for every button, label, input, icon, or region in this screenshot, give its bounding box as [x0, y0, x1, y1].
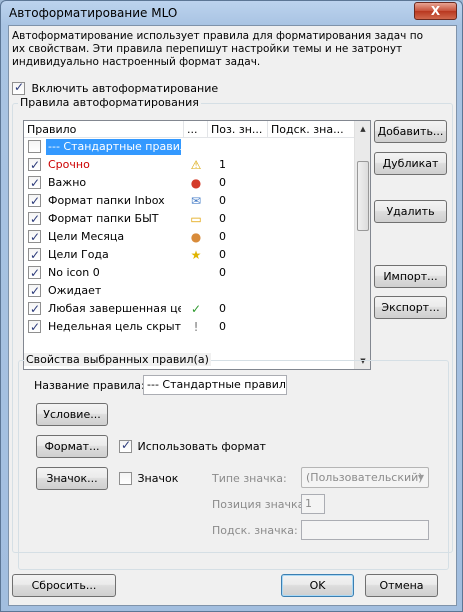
scroll-thumb[interactable]	[357, 161, 369, 231]
rule-row[interactable]: No icon 0 0	[24, 264, 355, 282]
rule-row[interactable]: Цели Года ★ 0	[24, 246, 355, 264]
rule-name: Любая завершенная це...	[48, 302, 181, 315]
rule-name: Формат папки Inbox	[48, 194, 165, 207]
rule-row[interactable]: Любая завершенная це... ✓ 0	[24, 300, 355, 318]
rule-enabled-checkbox[interactable]	[28, 318, 41, 336]
chevron-down-icon: ▼	[417, 473, 424, 482]
exclamation-icon: !	[193, 320, 199, 334]
enable-autoformat-label: Включить автоформатирование	[31, 81, 219, 95]
use-format-label: Использовать формат	[137, 439, 266, 453]
rule-name: No icon 0	[48, 266, 100, 279]
rule-enabled-checkbox[interactable]	[28, 300, 41, 318]
rule-name: Недельная цель скрыта	[48, 320, 181, 333]
rule-properties-group: Свойства выбранных правил(а) Название пр…	[18, 353, 449, 570]
rule-icon-position: 1	[219, 158, 226, 171]
rule-enabled-checkbox[interactable]	[28, 174, 41, 192]
rule-enabled-checkbox[interactable]	[28, 192, 41, 210]
rule-row[interactable]: --- Стандартные правил...	[24, 138, 355, 156]
use-format-check[interactable]	[119, 438, 132, 453]
rule-name: Ожидает	[48, 284, 102, 297]
star-icon: ★	[190, 248, 202, 262]
icon-checkbox-label: Значок	[137, 471, 179, 485]
rule-enabled-checkbox[interactable]	[28, 264, 41, 282]
rule-row[interactable]: Ожидает	[24, 282, 355, 300]
rules-list-rows: --- Стандартные правил... Срочно ⚠ 1 Важно ● 0…	[24, 138, 355, 336]
rule-icon-position: 0	[219, 230, 226, 243]
title-bar[interactable]: Автоформатирование MLO X	[1, 1, 462, 25]
export-button[interactable]: Экспорт...	[374, 296, 447, 319]
import-button[interactable]: Импорт...	[374, 265, 447, 288]
rule-enabled-checkbox[interactable]	[28, 246, 41, 264]
rule-name: Цели Года	[48, 248, 109, 261]
icon-position-label: Позиция значка:	[212, 498, 309, 511]
autoformat-dialog: Автоформатирование MLO X Автоформатирова…	[0, 0, 463, 612]
rule-name: Формат папки БЫТ	[48, 212, 159, 225]
column-icon-hint[interactable]: Подск. зна...	[268, 121, 355, 138]
icon-hint-input[interactable]	[301, 520, 429, 540]
window-title: Автоформатирование MLO	[9, 6, 178, 20]
add-rule-button[interactable]: Добавить...	[374, 120, 447, 143]
description-text: Автоформатирование использует правила дл…	[12, 30, 424, 68]
rule-enabled-checkbox[interactable]	[28, 156, 41, 174]
rule-enabled-checkbox[interactable]	[28, 282, 41, 300]
rules-list-scrollbar[interactable]: ▲ ▼	[354, 121, 370, 369]
enable-autoformat-check[interactable]	[12, 80, 25, 95]
warning-icon: ⚠	[190, 158, 202, 172]
icon-type-select[interactable]: (Пользовательский) ▼	[301, 467, 429, 488]
icon-position-input[interactable]: 1	[301, 494, 325, 514]
rule-row[interactable]: Важно ● 0	[24, 174, 355, 192]
reset-button[interactable]: Сбросить...	[12, 574, 116, 597]
rule-enabled-checkbox[interactable]	[28, 140, 41, 153]
rule-name: Срочно	[48, 158, 90, 171]
rule-row[interactable]: Срочно ⚠ 1	[24, 156, 355, 174]
rule-properties-title: Свойства выбранных правил(а)	[24, 353, 211, 366]
important-icon: ●	[190, 176, 202, 190]
icon-check[interactable]	[119, 471, 132, 485]
duplicate-rule-button[interactable]: Дубликат	[374, 152, 447, 175]
rule-row[interactable]: Цели Месяца ● 0	[24, 228, 355, 246]
medal-icon: ●	[190, 230, 202, 244]
ok-button[interactable]: OK	[281, 574, 354, 597]
rule-name-input[interactable]: --- Стандартные правила ---	[143, 375, 287, 395]
rule-row[interactable]: Недельная цель скрыта! 0	[24, 318, 355, 336]
rule-enabled-checkbox[interactable]	[28, 210, 41, 228]
checkmark-icon: ✓	[190, 302, 202, 316]
envelope-icon: ✉	[190, 194, 202, 208]
column-rule[interactable]: Правило	[24, 121, 184, 138]
column-icon[interactable]: ...	[184, 121, 208, 138]
close-button[interactable]: X	[414, 2, 457, 20]
rule-name: Цели Месяца	[48, 230, 125, 243]
rule-name: --- Стандартные правил...	[46, 139, 181, 155]
icon-hint-label: Подск. значка:	[212, 524, 298, 537]
format-button[interactable]: Формат...	[36, 435, 108, 458]
dialog-client-area: Автоформатирование использует правила дл…	[8, 25, 457, 606]
condition-button[interactable]: Условие...	[36, 403, 108, 426]
rules-list[interactable]: Правило ... Поз. зн... Подск. зна... ---…	[23, 120, 371, 370]
icon-type-value: (Пользовательский)	[306, 471, 423, 484]
rules-list-header: Правило ... Поз. зн... Подск. зна...	[24, 121, 355, 138]
rule-icon-position: 0	[219, 212, 226, 225]
rule-enabled-checkbox[interactable]	[28, 228, 41, 246]
rule-row[interactable]: Формат папки БЫТ ▭ 0	[24, 210, 355, 228]
folder-icon: ▭	[190, 212, 202, 226]
delete-rule-button[interactable]: Удалить	[374, 200, 447, 223]
cancel-button[interactable]: Отмена	[365, 574, 438, 597]
rule-row[interactable]: Формат папки Inbox ✉ 0	[24, 192, 355, 210]
rules-group-title: Правила автоформатирования	[18, 96, 201, 109]
rule-name-label: Название правила:	[34, 379, 145, 392]
icon-checkbox[interactable]: Значок	[119, 471, 178, 485]
column-icon-position[interactable]: Поз. зн...	[208, 121, 268, 138]
rule-icon-position: 0	[219, 194, 226, 207]
rule-icon-position: 0	[219, 302, 226, 315]
icon-button[interactable]: Значок...	[36, 467, 108, 490]
scroll-up-arrow-icon[interactable]: ▲	[355, 121, 370, 137]
rule-icon-position: 0	[219, 248, 226, 261]
enable-autoformat-checkbox[interactable]: Включить автоформатирование	[12, 80, 219, 95]
rule-icon-position: 0	[219, 320, 226, 333]
icon-type-label: Типе значка:	[212, 472, 287, 485]
rule-icon-position: 0	[219, 266, 226, 279]
use-format-checkbox[interactable]: Использовать формат	[119, 438, 266, 453]
rule-name: Важно	[48, 176, 87, 189]
rule-icon-position: 0	[219, 176, 226, 189]
